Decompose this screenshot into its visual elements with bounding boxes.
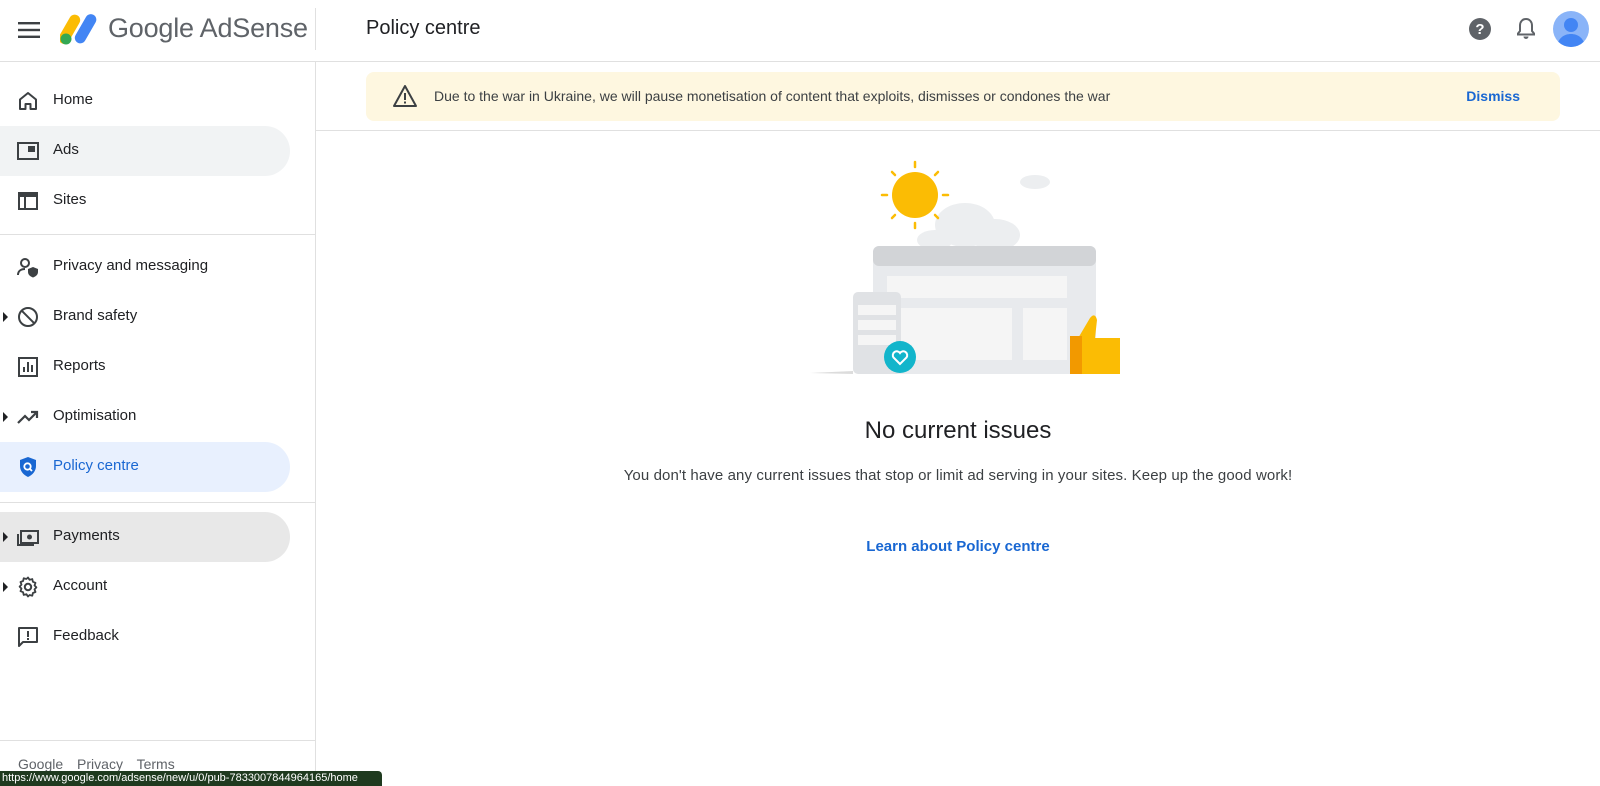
sidebar-item-ads[interactable]: Ads [0, 126, 290, 176]
block-icon [16, 305, 40, 329]
sidebar-item-brand-safety[interactable]: Brand safety [0, 292, 290, 342]
menu-icon[interactable] [14, 15, 44, 45]
browser-status-url: https://www.google.com/adsense/new/u/0/p… [0, 771, 382, 786]
gear-icon [16, 575, 40, 599]
no-issues-illustration [805, 160, 1125, 375]
content-divider [316, 130, 1600, 131]
sidebar-item-label: Privacy and messaging [53, 257, 209, 274]
sidebar-item-label: Reports [53, 357, 106, 374]
page-title: Policy centre [366, 17, 481, 39]
sidebar-item-policy-centre[interactable]: Policy centre [0, 442, 290, 492]
ads-icon [16, 139, 40, 163]
expand-caret-icon [3, 582, 8, 592]
sidebar-item-sites[interactable]: Sites [0, 176, 290, 226]
svg-text:?: ? [1475, 21, 1484, 38]
sidebar-nav: Home Ads Sites Privacy and messaging Bra… [0, 62, 316, 786]
learn-link-row: Learn about Policy centre [316, 538, 1600, 555]
sites-icon [16, 189, 40, 213]
payments-icon [16, 525, 40, 549]
help-icon[interactable]: ? [1466, 15, 1494, 43]
expand-caret-icon [3, 412, 8, 422]
sidebar-item-payments[interactable]: Payments [0, 512, 290, 562]
sidebar-item-optimisation[interactable]: Optimisation [0, 392, 290, 442]
no-issues-description: You don't have any current issues that s… [623, 467, 1293, 484]
sidebar-divider [0, 234, 316, 235]
sidebar-item-label: Home [53, 91, 94, 108]
sidebar-item-label: Account [53, 577, 108, 594]
top-divider [315, 8, 316, 50]
feedback-icon [16, 625, 40, 649]
expand-caret-icon [3, 312, 8, 322]
sidebar-item-feedback[interactable]: Feedback [0, 612, 290, 662]
dismiss-button[interactable]: Dismiss [1466, 88, 1520, 104]
avatar[interactable] [1553, 11, 1589, 47]
footer-link-terms[interactable]: Terms [137, 756, 175, 772]
policy-shield-icon [16, 455, 40, 479]
adsense-logo-icon [58, 11, 98, 45]
expand-caret-icon [3, 532, 8, 542]
footer-link-privacy[interactable]: Privacy [77, 756, 123, 772]
sidebar-footer-divider [0, 740, 316, 741]
sidebar-item-label: Feedback [53, 627, 119, 644]
learn-about-policy-centre-link[interactable]: Learn about Policy centre [866, 538, 1049, 555]
sidebar-item-label: Brand safety [53, 307, 138, 324]
privacy-icon [16, 255, 40, 279]
footer-links: Google Privacy Terms [18, 756, 185, 772]
sidebar-item-label: Ads [53, 141, 79, 158]
reports-icon [16, 355, 40, 379]
sidebar-item-account[interactable]: Account [0, 562, 290, 612]
sidebar-item-reports[interactable]: Reports [0, 342, 290, 392]
trending-icon [16, 405, 40, 429]
sidebar-item-label: Policy centre [53, 457, 139, 474]
banner-message: Due to the war in Ukraine, we will pause… [434, 88, 1111, 104]
notifications-bell-icon[interactable] [1512, 15, 1540, 43]
sidebar-item-home[interactable]: Home [0, 76, 290, 126]
sidebar-item-label: Optimisation [53, 407, 137, 424]
warning-icon [392, 84, 418, 108]
notice-banner: Due to the war in Ukraine, we will pause… [366, 72, 1560, 121]
sidebar-divider [0, 502, 316, 503]
sidebar-item-label: Payments [53, 527, 120, 544]
top-app-bar: Google AdSense Policy centre ? [0, 0, 1600, 62]
footer-link-google[interactable]: Google [18, 756, 63, 772]
app-logo-text[interactable]: Google AdSense [108, 13, 308, 44]
sidebar-item-label: Sites [53, 191, 87, 208]
no-issues-heading: No current issues [864, 417, 1052, 444]
sidebar-item-privacy-and-messaging[interactable]: Privacy and messaging [0, 242, 290, 292]
home-icon [16, 89, 40, 113]
